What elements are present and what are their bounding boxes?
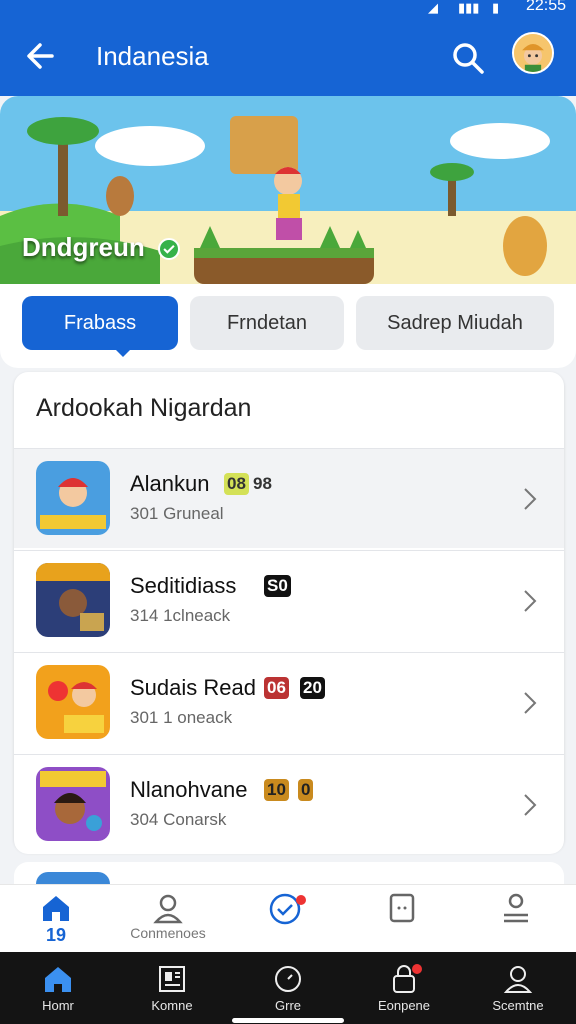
item-title: Nlanohvane [130, 777, 248, 802]
search-icon[interactable] [448, 38, 488, 78]
nav-label: Homr [42, 998, 74, 1013]
signal-icon: ▮▮▮ [458, 0, 480, 15]
tab-bar: Frabass Frndetan Sadrep Miudah [22, 296, 562, 357]
item-badge: 06 [264, 677, 289, 699]
nav-label: Conmenoes [130, 925, 206, 941]
item-title: Alankun [130, 471, 210, 496]
nav-home[interactable]: 19 [16, 891, 96, 946]
item-subtitle: 301 Gruneal [130, 504, 224, 523]
item-subtitle: 304 Conarsk [130, 810, 227, 829]
arrow-left-icon[interactable] [22, 36, 62, 76]
active-tab-indicator [114, 348, 132, 357]
home-icon [45, 967, 71, 992]
tab-frabass[interactable]: Frabass [22, 296, 178, 350]
person-icon [153, 894, 183, 924]
wifi-icon: ◢ [428, 0, 438, 15]
list-heading: Ardookah Nigardan [36, 394, 252, 422]
nav-grre[interactable]: Grre [248, 964, 328, 1013]
notification-dot [296, 895, 306, 905]
app-bar: Indanesia [0, 18, 576, 96]
nav-label: 19 [45, 925, 67, 945]
nav-komne[interactable]: Komne [132, 964, 212, 1013]
nav-label: Scemtne [492, 998, 544, 1013]
nav-contacts[interactable]: Conmenoes [128, 891, 208, 941]
chevron-right-icon [524, 692, 537, 714]
verified-icon [158, 238, 180, 260]
nav-scemtne[interactable]: Scemtne [478, 964, 558, 1013]
person-icon [503, 966, 533, 993]
notification-dot [412, 964, 422, 974]
nav-label: Komne [151, 998, 193, 1013]
nav-tablet[interactable] [362, 891, 442, 925]
chevron-right-icon [524, 488, 537, 510]
item-badge: 98 [253, 474, 272, 493]
home-indicator[interactable] [232, 1018, 344, 1023]
list-item[interactable]: Nlanohvane 10 0 304 Conarsk [14, 754, 564, 854]
game-thumbnail [36, 563, 110, 637]
tab-frndetan[interactable]: Frndetan [190, 296, 344, 350]
bottom-nav-secondary: 19 Conmenoes [0, 884, 576, 952]
profile-icon [504, 893, 528, 923]
item-badge: 10 [264, 779, 289, 801]
nav-eonpene[interactable]: Eonpene [364, 964, 444, 1013]
status-bar: ◢ ▮▮▮ ▮ 22:55 [0, 0, 576, 18]
nav-messages[interactable] [246, 891, 326, 927]
chevron-right-icon [524, 794, 537, 816]
nav-label: Grre [275, 998, 301, 1013]
page-title: Indanesia [96, 41, 209, 71]
nav-label: Eonpene [377, 998, 431, 1013]
item-badge: 08 [224, 473, 249, 495]
clock-icon [275, 966, 301, 992]
tablet-icon [389, 893, 415, 923]
gallery-icon [159, 966, 185, 992]
list-item[interactable]: Sudais Read 06 20 301 1 oneack [14, 652, 564, 752]
game-thumbnail [36, 665, 110, 739]
tab-sadrep-miudah[interactable]: Sadrep Miudah [356, 296, 554, 350]
game-thumbnail [36, 461, 110, 535]
game-thumbnail [36, 767, 110, 841]
list-item[interactable]: Seditidiass S0 314 1clneack [14, 550, 564, 650]
status-time: 22:55 [525, 0, 566, 14]
list-item[interactable]: Alankun 08 98 301 Gruneal [14, 448, 564, 548]
avatar[interactable] [512, 32, 554, 74]
nav-home[interactable]: Homr [18, 964, 98, 1013]
item-subtitle: 314 1clneack [130, 606, 231, 625]
item-title: Sudais Read [130, 675, 256, 700]
battery-icon: ▮ [492, 0, 500, 15]
game-list: Ardookah Nigardan Alankun 08 98 301 Grun… [14, 372, 564, 854]
item-badge: S0 [264, 575, 291, 597]
home-icon [43, 896, 69, 921]
bottom-nav: Homr Komne Grre Eonpene Scemtne [0, 952, 576, 1024]
item-subtitle: 301 1 oneack [130, 708, 233, 727]
featured-card: Dndgreun Frabass Frndetan Sadrep Miudah [0, 96, 576, 368]
item-badge: 20 [300, 677, 325, 699]
banner-title: Dndgreun [22, 232, 145, 262]
nav-profile[interactable] [476, 891, 556, 925]
chevron-right-icon [524, 590, 537, 612]
item-title: Seditidiass [130, 573, 237, 598]
item-badge: 0 [298, 779, 314, 801]
